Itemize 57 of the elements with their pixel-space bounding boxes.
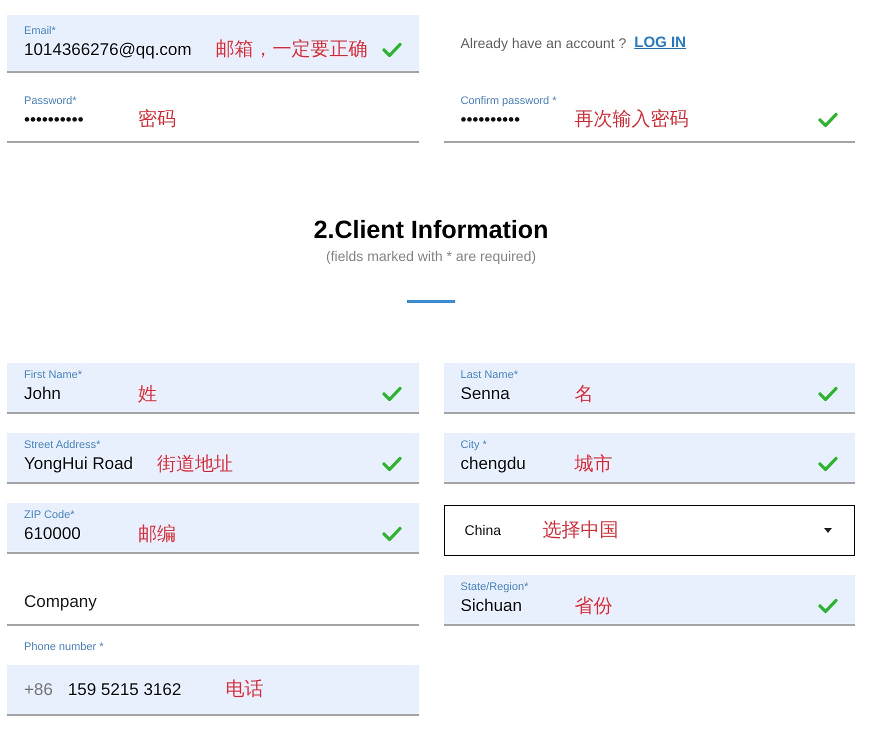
country-select[interactable]: China 选择中国 bbox=[444, 505, 855, 556]
check-icon bbox=[382, 526, 402, 542]
field-label: ZIP Code* bbox=[24, 509, 76, 522]
annotation-text: 街道地址 bbox=[157, 454, 234, 474]
field-label: City * bbox=[460, 439, 488, 452]
field-value: 610000 bbox=[24, 523, 82, 545]
field-value: John bbox=[24, 383, 62, 405]
company-input[interactable]: Company bbox=[24, 590, 224, 614]
select-value: China bbox=[464, 521, 502, 540]
check-icon bbox=[818, 112, 838, 128]
field-label: Password* bbox=[24, 94, 78, 108]
section-title: 2.Client Information bbox=[314, 215, 548, 245]
check-icon bbox=[382, 456, 402, 472]
field-value: Senna bbox=[460, 383, 511, 405]
annotation-text: 选择中国 bbox=[542, 521, 618, 540]
check-icon bbox=[818, 456, 838, 472]
field-label: Last Name* bbox=[460, 369, 519, 382]
login-link[interactable]: LOG IN bbox=[634, 32, 686, 54]
field-label: State/Region* bbox=[460, 581, 530, 594]
phone-field[interactable]: +86 159 5215 3162 电话 bbox=[7, 665, 418, 716]
field-value: 159 5215 3162 bbox=[68, 678, 182, 701]
country-code: +86 bbox=[24, 678, 53, 701]
field-label: Confirm password * bbox=[460, 94, 558, 108]
field-value: YongHui Road bbox=[24, 453, 134, 475]
annotation-text: 姓 bbox=[138, 384, 157, 404]
annotation-text: 邮编 bbox=[138, 524, 176, 544]
annotation-text: 密码 bbox=[138, 110, 176, 129]
field-label: Street Address* bbox=[24, 439, 102, 452]
input-field[interactable]: First Name* John 姓 bbox=[7, 363, 418, 414]
input-field[interactable]: State/Region* Sichuan 省份 bbox=[444, 575, 855, 626]
input-field[interactable]: Email* 1014366276@qq.com 邮箱，一定要正确 bbox=[7, 15, 418, 73]
annotation-text: 再次输入密码 bbox=[574, 110, 688, 129]
field-value: 1014366276@qq.com bbox=[24, 38, 192, 60]
input-field[interactable]: ZIP Code* 610000 邮编 bbox=[7, 503, 418, 554]
annotation-text: 城市 bbox=[574, 454, 612, 474]
check-icon bbox=[382, 386, 402, 402]
input-field[interactable]: Last Name* Senna 名 bbox=[444, 363, 855, 414]
login-prompt: Already have an account ? bbox=[460, 34, 626, 53]
field-value: •••••••••• bbox=[460, 108, 522, 130]
input-field[interactable]: City * chengdu 城市 bbox=[444, 433, 855, 484]
section-subtitle: (fields marked with * are required) bbox=[326, 247, 536, 265]
field-value: chengdu bbox=[460, 453, 527, 475]
caret-down-icon bbox=[824, 528, 832, 533]
input-field[interactable]: Street Address* YongHui Road 街道地址 bbox=[7, 433, 418, 484]
field-value: Sichuan bbox=[460, 595, 523, 617]
field-label: First Name* bbox=[24, 369, 84, 382]
annotation-text: 电话 bbox=[225, 680, 264, 699]
annotation-text: 邮箱，一定要正确 bbox=[216, 40, 368, 59]
field-label: Phone number * bbox=[23, 641, 104, 654]
field-value: •••••••••• bbox=[24, 108, 85, 130]
annotation-text: 名 bbox=[574, 384, 594, 404]
field-label: Email* bbox=[24, 24, 57, 38]
check-icon bbox=[818, 386, 838, 402]
title-underline bbox=[407, 300, 455, 303]
annotation-text: 省份 bbox=[574, 596, 612, 616]
check-icon bbox=[382, 42, 402, 58]
check-icon bbox=[818, 598, 838, 614]
